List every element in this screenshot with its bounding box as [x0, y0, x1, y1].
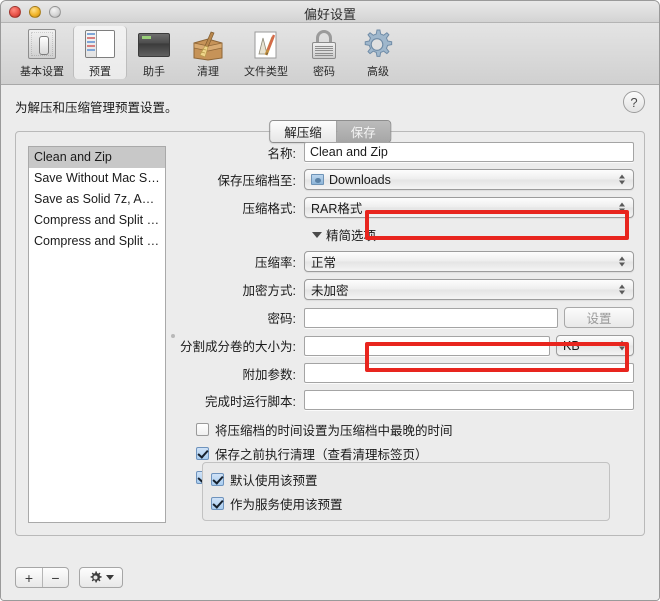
list-item[interactable]: Compress and Split fo...	[29, 231, 165, 252]
service-preset-label: 作为服务使用该预置	[230, 498, 343, 512]
preferences-window: 偏好设置 基本设置 预置 助手 清理 文件类型 密码 高级 为解压和压缩管理预置…	[0, 0, 660, 601]
run-script-input[interactable]	[304, 390, 634, 410]
label-archive-format: 压缩格式:	[242, 202, 296, 216]
label-name: 名称:	[267, 146, 296, 161]
archive-format-value: RAR格式	[311, 202, 363, 216]
triangle-down-icon	[312, 231, 322, 238]
extra-params-input[interactable]	[304, 363, 634, 383]
preferences-list-icon	[83, 28, 117, 61]
toolbar-item-advanced[interactable]: 高级	[351, 26, 405, 79]
chevron-down-icon	[105, 575, 114, 580]
save-to-dropdown[interactable]: Downloads	[304, 169, 634, 190]
label-save-to: 保存压缩档至:	[217, 174, 296, 188]
toolbar-item-password[interactable]: 密码	[297, 26, 351, 79]
archive-time-label: 将压缩档的时间设置为压缩档中最晚的时间	[215, 424, 453, 438]
archive-time-checkbox[interactable]	[196, 423, 209, 436]
preset-actions-menu-button[interactable]	[79, 567, 123, 588]
splitter-handle[interactable]	[171, 333, 175, 338]
toolbar-label-presets: 预置	[89, 66, 111, 78]
name-input[interactable]: Clean and Zip	[304, 142, 634, 162]
default-preset-label: 默认使用该预置	[230, 474, 318, 488]
row-name: 名称: Clean and Zip	[178, 142, 634, 162]
encryption-dropdown[interactable]: 未加密	[304, 279, 634, 300]
file-type-icon	[249, 28, 283, 61]
list-item[interactable]: Clean and Zip	[29, 147, 165, 168]
chevron-updown-icon	[619, 283, 626, 296]
toolbar-label-password: 密码	[313, 66, 335, 78]
toolbar-label-advanced: 高级	[367, 66, 389, 78]
split-size-unit-dropdown[interactable]: KB	[556, 335, 634, 356]
switch-icon	[25, 28, 59, 61]
toolbar: 基本设置 预置 助手 清理 文件类型 密码 高级	[1, 23, 659, 85]
label-extra-params: 附加参数:	[242, 367, 296, 382]
label-split-size: 分割成分卷的大小为:	[180, 340, 296, 354]
broom-box-icon	[191, 28, 225, 61]
remove-preset-button[interactable]: −	[42, 568, 68, 587]
row-compression-rate: 压缩率: 正常	[178, 251, 634, 272]
content-pane: 为解压和压缩管理预置设置。 ? 解压缩 保存 Clean and Zip Sav…	[1, 85, 659, 600]
password-input[interactable]	[304, 307, 558, 328]
list-item[interactable]: Save Without Mac Stuff	[29, 168, 165, 189]
checkbox-row-service-preset[interactable]: 作为服务使用该预置	[211, 494, 609, 513]
tab-box: 解压缩 保存 Clean and Zip Save Without Mac St…	[15, 120, 645, 536]
row-split-size: 分割成分卷的大小为: KB	[178, 335, 634, 356]
list-item[interactable]: Compress and Split fo...	[29, 210, 165, 231]
toolbar-label-clean: 清理	[197, 66, 219, 78]
default-preset-checkbox[interactable]	[211, 473, 224, 486]
advanced-options-disclosure[interactable]: 精简选项	[312, 225, 634, 244]
archive-format-dropdown[interactable]: RAR格式	[304, 197, 634, 218]
folder-icon	[311, 174, 324, 185]
row-run-script: 完成时运行脚本:	[178, 390, 634, 410]
checkbox-row-archive-time[interactable]: 将压缩档的时间设置为压缩档中最晚的时间	[196, 420, 634, 439]
checkbox-row-default-preset[interactable]: 默认使用该预置	[211, 470, 609, 489]
row-encryption: 加密方式: 未加密	[178, 279, 634, 300]
service-preset-checkbox[interactable]	[211, 497, 224, 510]
window-title: 偏好设置	[303, 7, 356, 22]
tab-save[interactable]: 保存	[335, 121, 390, 142]
tab-extract[interactable]: 解压缩	[270, 121, 336, 142]
toolbar-label-basic: 基本设置	[20, 66, 64, 78]
help-button[interactable]: ?	[623, 91, 645, 113]
advanced-options-label: 精简选项	[326, 229, 377, 243]
set-password-button[interactable]: 设置	[564, 307, 634, 328]
split-size-unit-value: KB	[563, 338, 580, 353]
row-extra-params: 附加参数:	[178, 363, 634, 383]
presets-list[interactable]: Clean and Zip Save Without Mac Stuff Sav…	[28, 146, 166, 523]
toolbar-label-assistant: 助手	[143, 66, 165, 78]
compression-rate-dropdown[interactable]: 正常	[304, 251, 634, 272]
tab-bar: 解压缩 保存	[269, 120, 391, 143]
toolbar-item-assistant[interactable]: 助手	[127, 26, 181, 79]
assistant-window-icon	[137, 28, 171, 61]
chevron-updown-icon	[619, 339, 626, 352]
split-size-input[interactable]	[304, 335, 550, 356]
row-archive-format: 压缩格式: RAR格式	[178, 197, 634, 218]
page-description: 为解压和压缩管理预置设置。	[15, 101, 178, 115]
toolbar-item-clean[interactable]: 清理	[181, 26, 235, 79]
preset-usage-group: 默认使用该预置 作为服务使用该预置	[202, 462, 610, 521]
chevron-updown-icon	[619, 173, 626, 186]
label-compression-rate: 压缩率:	[255, 256, 296, 270]
label-encryption: 加密方式:	[242, 284, 296, 298]
toolbar-label-filetypes: 文件类型	[244, 66, 288, 78]
add-remove-segmented-control: + −	[15, 567, 69, 588]
lock-icon	[307, 28, 341, 61]
label-password: 密码:	[267, 312, 296, 326]
add-preset-button[interactable]: +	[16, 568, 42, 587]
compression-rate-value: 正常	[311, 256, 337, 270]
label-run-script: 完成时运行脚本:	[205, 394, 296, 409]
row-save-to: 保存压缩档至: Downloads	[178, 169, 634, 190]
toolbar-item-presets[interactable]: 预置	[73, 26, 127, 79]
save-to-value: Downloads	[329, 172, 391, 187]
title-bar: 偏好设置	[1, 1, 659, 23]
chevron-updown-icon	[619, 201, 626, 214]
toolbar-item-basic[interactable]: 基本设置	[11, 26, 73, 79]
gear-icon	[90, 571, 102, 583]
list-item[interactable]: Save as Solid 7z, Ask f...	[29, 189, 165, 210]
gear-icon	[361, 28, 395, 61]
toolbar-item-filetypes[interactable]: 文件类型	[235, 26, 297, 79]
row-password: 密码: 设置	[178, 307, 634, 328]
chevron-updown-icon	[619, 255, 626, 268]
encryption-value: 未加密	[311, 284, 349, 298]
preset-actions-bar: + −	[15, 567, 123, 588]
